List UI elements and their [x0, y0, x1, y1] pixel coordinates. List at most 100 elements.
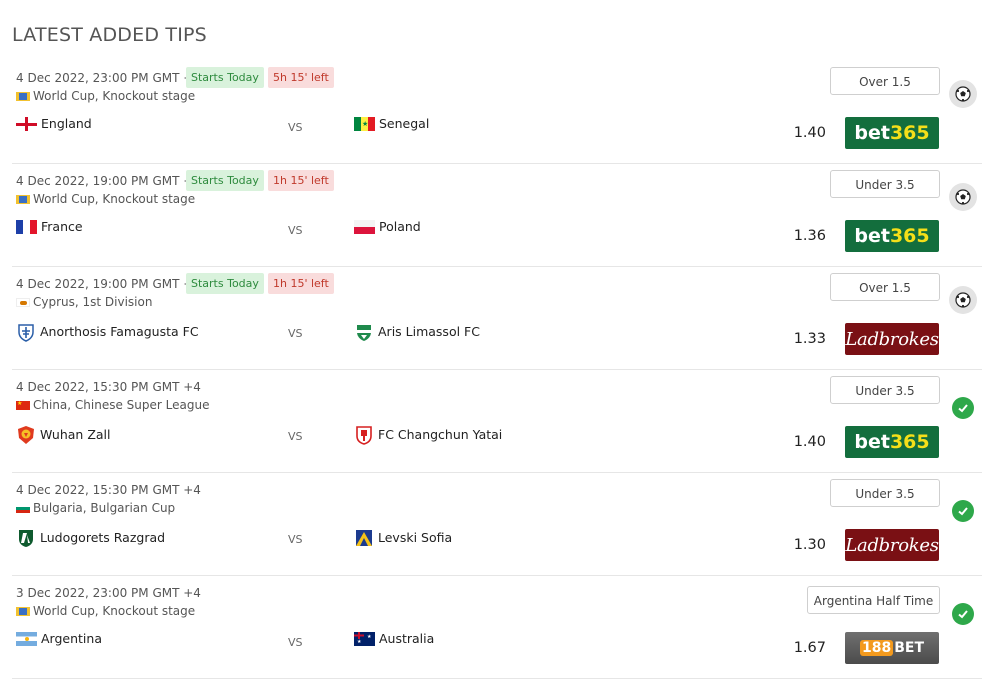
senegal-flag-icon: ★ — [354, 117, 375, 131]
world-cup-icon — [16, 194, 30, 204]
tip-row: 4 Dec 2022, 23:00 PM GMT +4 Starts Today… — [12, 61, 982, 164]
league-name: World Cup, Knockout stage — [33, 604, 196, 618]
away-team-name: Aris Limassol FC — [378, 324, 480, 339]
ladbrokes-logo[interactable]: Ladbrokes — [845, 323, 939, 355]
match-datetime: 4 Dec 2022, 15:30 PM GMT +4 — [16, 483, 201, 497]
match-datetime: 4 Dec 2022, 23:00 PM GMT +4 — [16, 71, 201, 85]
world-cup-icon — [16, 91, 30, 101]
ludogorets-crest-icon — [19, 530, 33, 547]
check-icon — [952, 500, 974, 522]
starts-today-badge: Starts Today — [186, 273, 264, 294]
odds-value: 1.40 — [793, 434, 826, 450]
tip-row: 4 Dec 2022, 19:00 PM GMT +4 Starts Today… — [12, 267, 982, 370]
time-left-badge: 1h 15' left — [268, 273, 334, 294]
home-team[interactable]: Argentina — [16, 631, 102, 647]
bulgaria-flag-icon — [16, 503, 30, 513]
cyprus-flag-icon — [16, 297, 30, 307]
soccer-ball-icon — [949, 183, 977, 211]
league-name: Bulgaria, Bulgarian Cup — [33, 501, 176, 515]
league: Cyprus, 1st Division — [16, 295, 152, 309]
soccer-ball-icon — [949, 286, 977, 314]
home-team[interactable]: England — [16, 116, 92, 132]
odds-value: 1.30 — [793, 537, 826, 553]
vs-label: VS — [288, 636, 303, 649]
league: ★ China, Chinese Super League — [16, 398, 209, 412]
tip-row: 4 Dec 2022, 15:30 PM GMT +4 ★ China, Chi… — [12, 370, 982, 473]
page-title: LATEST ADDED TIPS — [12, 24, 207, 46]
levski-sofia-crest-icon — [356, 530, 372, 546]
away-team[interactable]: ★ Senegal — [354, 116, 429, 132]
bet365-logo[interactable]: bet 365 — [845, 117, 939, 149]
vs-label: VS — [288, 533, 303, 546]
home-team-name: Wuhan Zall — [40, 427, 111, 442]
away-team[interactable]: ★ ★ Australia — [354, 631, 434, 647]
soccer-ball-icon — [949, 80, 977, 108]
home-team-name: France — [41, 219, 83, 234]
odds-value: 1.36 — [793, 228, 826, 244]
argentina-flag-icon — [16, 632, 37, 646]
aris-limassol-crest-icon — [357, 325, 371, 341]
anorthosis-crest-icon — [18, 324, 34, 342]
match-datetime: 4 Dec 2022, 15:30 PM GMT +4 — [16, 380, 201, 394]
match-datetime: 3 Dec 2022, 23:00 PM GMT +4 — [16, 586, 201, 600]
tip-pick-button[interactable]: Under 3.5 — [830, 479, 940, 507]
odds-value: 1.33 — [793, 331, 826, 347]
england-flag-icon — [16, 117, 37, 131]
check-icon — [952, 603, 974, 625]
away-team[interactable]: Levski Sofia — [354, 528, 452, 548]
tip-pick-button[interactable]: Under 3.5 — [830, 376, 940, 404]
away-team-name: Poland — [379, 219, 421, 234]
tip-pick-button[interactable]: Over 1.5 — [830, 273, 940, 301]
bet365-logo[interactable]: bet 365 — [845, 426, 939, 458]
away-team[interactable]: Aris Limassol FC — [354, 322, 480, 342]
away-team-name: Australia — [379, 631, 435, 646]
home-team-name: Argentina — [41, 631, 102, 646]
home-team[interactable]: Ludogorets Razgrad — [16, 528, 165, 548]
tip-pick-button[interactable]: Over 1.5 — [830, 67, 940, 95]
changchun-yatai-crest-icon — [356, 426, 372, 445]
poland-flag-icon — [354, 220, 375, 234]
home-team[interactable]: Wuhan Zall — [16, 425, 110, 445]
world-cup-icon — [16, 606, 30, 616]
time-left-badge: 5h 15' left — [268, 67, 334, 88]
starts-today-badge: Starts Today — [186, 170, 264, 191]
wuhan-zall-crest-icon — [18, 426, 34, 444]
tip-row: 4 Dec 2022, 19:00 PM GMT +4 Starts Today… — [12, 164, 982, 267]
away-team[interactable]: Poland — [354, 219, 421, 235]
away-team-name: Levski Sofia — [378, 530, 453, 545]
away-team-name: FC Changchun Yatai — [378, 427, 503, 442]
away-team-name: Senegal — [379, 116, 430, 131]
home-team[interactable]: France — [16, 219, 83, 235]
league-name: World Cup, Knockout stage — [33, 192, 196, 206]
starts-today-badge: Starts Today — [186, 67, 264, 88]
odds-value: 1.67 — [793, 640, 826, 656]
league: Bulgaria, Bulgarian Cup — [16, 501, 175, 515]
tip-pick-button[interactable]: Argentina Half Time — [807, 586, 940, 614]
check-icon — [952, 397, 974, 419]
china-flag-icon: ★ — [16, 400, 30, 410]
match-datetime: 4 Dec 2022, 19:00 PM GMT +4 — [16, 174, 201, 188]
vs-label: VS — [288, 430, 303, 443]
bet365-logo[interactable]: bet 365 — [845, 220, 939, 252]
tip-pick-button[interactable]: Under 3.5 — [830, 170, 940, 198]
league: World Cup, Knockout stage — [16, 192, 195, 206]
home-team-name: Ludogorets Razgrad — [40, 530, 166, 545]
france-flag-icon — [16, 220, 37, 234]
vs-label: VS — [288, 327, 303, 340]
ladbrokes-logo[interactable]: Ladbrokes — [845, 529, 939, 561]
tip-row: 4 Dec 2022, 15:30 PM GMT +4 Bulgaria, Bu… — [12, 473, 982, 576]
match-datetime: 4 Dec 2022, 19:00 PM GMT +4 — [16, 277, 201, 291]
australia-flag-icon: ★ ★ — [354, 632, 375, 646]
home-team-name: England — [41, 116, 92, 131]
188bet-logo[interactable]: 188 BET — [845, 632, 939, 664]
away-team[interactable]: FC Changchun Yatai — [354, 425, 502, 445]
vs-label: VS — [288, 121, 303, 134]
league-name: World Cup, Knockout stage — [33, 89, 196, 103]
odds-value: 1.40 — [793, 125, 826, 141]
home-team[interactable]: Anorthosis Famagusta FC — [16, 322, 199, 342]
home-team-name: Anorthosis Famagusta FC — [40, 324, 199, 339]
vs-label: VS — [288, 224, 303, 237]
time-left-badge: 1h 15' left — [268, 170, 334, 191]
league: World Cup, Knockout stage — [16, 89, 195, 103]
tip-row: 3 Dec 2022, 23:00 PM GMT +4 World Cup, K… — [12, 576, 982, 679]
